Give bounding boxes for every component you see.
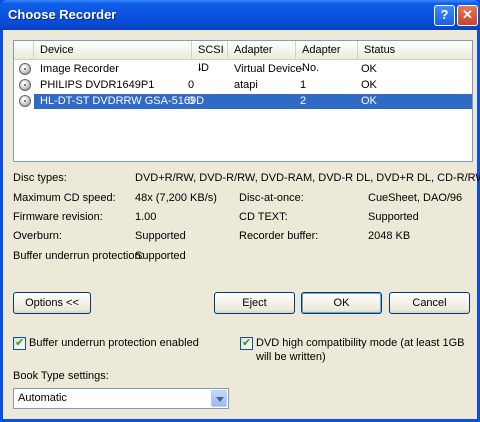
adapter: Virtual Device — [234, 63, 302, 75]
overburn-label: Overburn: — [13, 230, 62, 242]
column-header-scsi-id[interactable]: SCSI ID — [192, 41, 228, 74]
overburn-value: Supported — [135, 230, 186, 242]
firmware-label: Firmware revision: — [13, 211, 103, 223]
adapter-no: 1 — [300, 79, 307, 91]
table-row-selected[interactable]: HL-DT-ST DVDRRW GSA-5169D 0 2 OK — [14, 94, 472, 109]
dvd-compat-checkbox[interactable] — [240, 336, 253, 350]
cd-text-label: CD TEXT: — [239, 211, 288, 223]
scsi-id: - — [198, 63, 202, 75]
recorder-icon — [19, 63, 31, 75]
status: OK — [361, 79, 377, 91]
device-name: PHILIPS DVDR1649P1 — [40, 79, 155, 91]
firmware-value: 1.00 — [135, 211, 157, 223]
adapter-no: 2 — [300, 95, 307, 107]
table-row[interactable]: PHILIPS DVDR1649P1 0 atapi 1 OK — [14, 78, 472, 93]
ok-button[interactable]: OK — [301, 292, 382, 314]
eject-button[interactable]: Eject — [214, 292, 295, 314]
disc-at-once-label: Disc-at-once: — [239, 192, 304, 204]
dialog-body: Device SCSI ID Adapter Adapter No. Statu… — [3, 30, 480, 419]
column-header-adapter-no[interactable]: Adapter No. — [296, 41, 358, 74]
disc-at-once-value: CueSheet, DAO/96 — [368, 192, 463, 204]
recorder-list[interactable]: Device SCSI ID Adapter Adapter No. Statu… — [13, 40, 473, 162]
dvd-compat-checkbox-label[interactable]: DVD high compatibility mode (at least 1G… — [256, 336, 466, 364]
max-cd-speed-value: 48x (7,200 KB/s) — [135, 192, 217, 204]
device-name: HL-DT-ST DVDRRW GSA-5169D — [40, 95, 205, 107]
recorder-buffer-value: 2048 KB — [368, 230, 411, 242]
window-title: Choose Recorder — [8, 7, 117, 22]
underrun-protection-label: Buffer underrun protection: — [13, 250, 144, 262]
recorder-icon — [19, 79, 31, 91]
underrun-protection-checkbox[interactable] — [13, 336, 26, 350]
recorder-buffer-label: Recorder buffer: — [239, 230, 319, 242]
device-name: Image Recorder — [40, 63, 119, 75]
title-bar[interactable]: Choose Recorder ? ✕ — [0, 0, 480, 30]
column-header-adapter[interactable]: Adapter — [228, 41, 296, 59]
recorder-icon — [19, 95, 31, 107]
options-button[interactable]: Options << — [13, 292, 91, 314]
scsi-id: 0 — [188, 79, 195, 91]
disc-types-value: DVD+R/RW, DVD-R/RW, DVD-RAM, DVD-R DL, D… — [135, 172, 480, 184]
adapter-no: - — [300, 63, 304, 75]
max-cd-speed-label: Maximum CD speed: — [13, 192, 116, 204]
status: OK — [361, 95, 377, 107]
column-header-device[interactable]: Device — [34, 41, 192, 59]
choose-recorder-dialog: Choose Recorder ? ✕ Device SCSI ID Adapt… — [0, 0, 480, 422]
book-type-select[interactable]: Automatic — [13, 388, 229, 409]
book-type-value: Automatic — [18, 392, 67, 404]
table-row[interactable]: Image Recorder - Virtual Device - OK — [14, 62, 472, 77]
scsi-id: 0 — [188, 95, 195, 107]
help-button[interactable]: ? — [434, 5, 455, 26]
underrun-protection-value: Supported — [135, 250, 186, 262]
cd-text-value: Supported — [368, 211, 419, 223]
status: OK — [361, 63, 377, 75]
column-header-status[interactable]: Status — [358, 41, 472, 59]
header-icon-column[interactable] — [14, 41, 34, 59]
underrun-protection-checkbox-label[interactable]: Buffer underrun protection enabled — [29, 337, 199, 349]
chevron-down-icon[interactable] — [211, 390, 227, 407]
cancel-button[interactable]: Cancel — [389, 292, 470, 314]
list-header: Device SCSI ID Adapter Adapter No. Statu… — [14, 41, 472, 74]
book-type-label: Book Type settings: — [13, 370, 109, 382]
close-button[interactable]: ✕ — [457, 5, 478, 26]
adapter: atapi — [234, 79, 258, 91]
disc-types-label: Disc types: — [13, 172, 67, 184]
